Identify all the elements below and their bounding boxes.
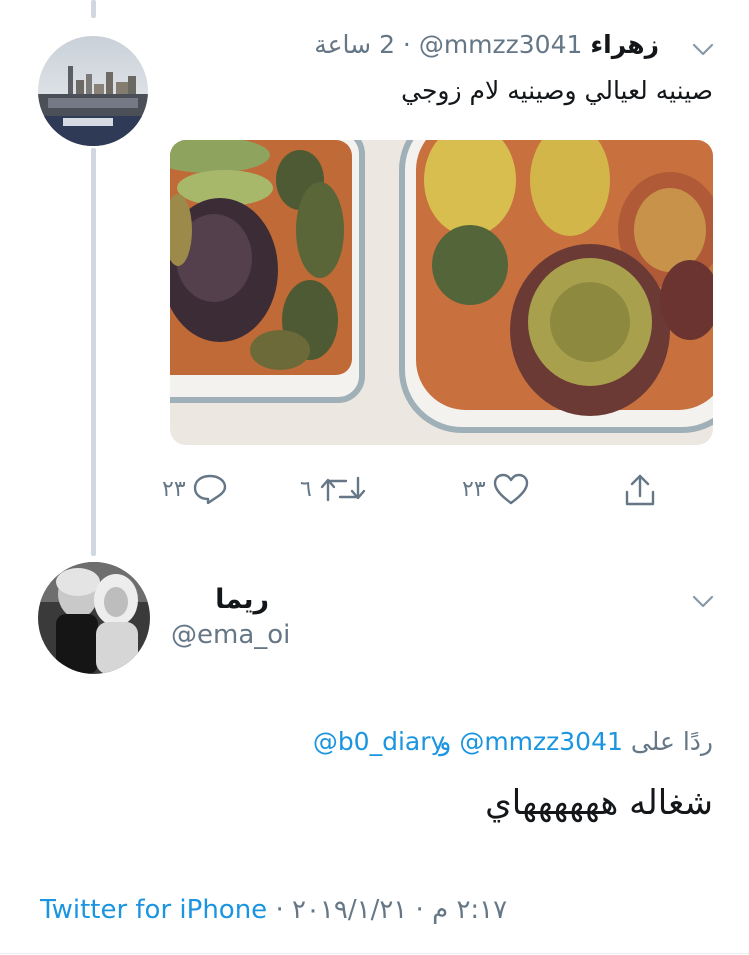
tweet-meta: Twitter for iPhone · ٢٠١٩/١/٢١ · ٢:١٧ م [40,895,507,925]
retweet-icon[interactable] [318,472,368,506]
mention-link[interactable]: @mmzz3041 [459,727,623,756]
chevron-down-icon[interactable] [690,36,716,62]
tweet-header: زهراء @mmzz3041 · 2 ساعة [250,30,659,59]
like-action[interactable]: ٢٣ [462,472,530,506]
tweet-text: صينيه لعيالي وصينيه لام زوجي [401,76,713,105]
author-name[interactable]: زهراء [590,30,659,59]
separator-dot: · [402,30,411,59]
like-count: ٢٣ [462,476,486,502]
tweet-time[interactable]: 2 ساعة [314,30,395,59]
retweet-count: ٦ [300,476,312,502]
reply-action[interactable]: ٢٣ [162,472,228,506]
like-icon[interactable] [492,472,530,506]
source-link[interactable]: Twitter for iPhone [40,895,267,925]
food-trays-image [170,140,713,445]
reply-count: ٢٣ [162,476,186,502]
tweet-media-image[interactable] [170,140,713,445]
chevron-down-icon[interactable] [690,588,716,614]
avatar-photo-image [38,562,150,674]
replying-to: ردًا على @mmzz3041 و@b0_diary [313,727,713,756]
reply-avatar[interactable] [38,562,150,674]
reply-author-name[interactable]: ريما [215,584,269,615]
reply-text: شغاله ههههههاي [485,783,713,823]
share-icon[interactable] [622,472,658,508]
avatar-cityscape-image [38,36,148,146]
tweet-timestamp: ٢:١٧ م [432,895,508,925]
retweet-action[interactable]: ٦ [300,472,368,506]
avatar[interactable] [38,36,148,146]
meta-dot: · [275,895,284,925]
reply-icon[interactable] [192,472,228,506]
tweet-date: ٢٠١٩/١/٢١ [291,895,408,925]
thread-line-top [91,0,96,18]
author-handle[interactable]: @mmzz3041 [419,30,583,59]
tweet-actions: ٢٣ ٦ ٢٣ [0,472,749,512]
replying-prefix: ردًا على [630,727,713,756]
meta-dot: · [415,895,424,925]
mention-conjunction: و [439,727,452,756]
bottom-divider [0,953,749,954]
reply-author-handle[interactable]: @ema_oi [171,620,290,650]
mention-link[interactable]: @b0_diary [313,727,445,756]
share-action[interactable] [622,472,658,508]
